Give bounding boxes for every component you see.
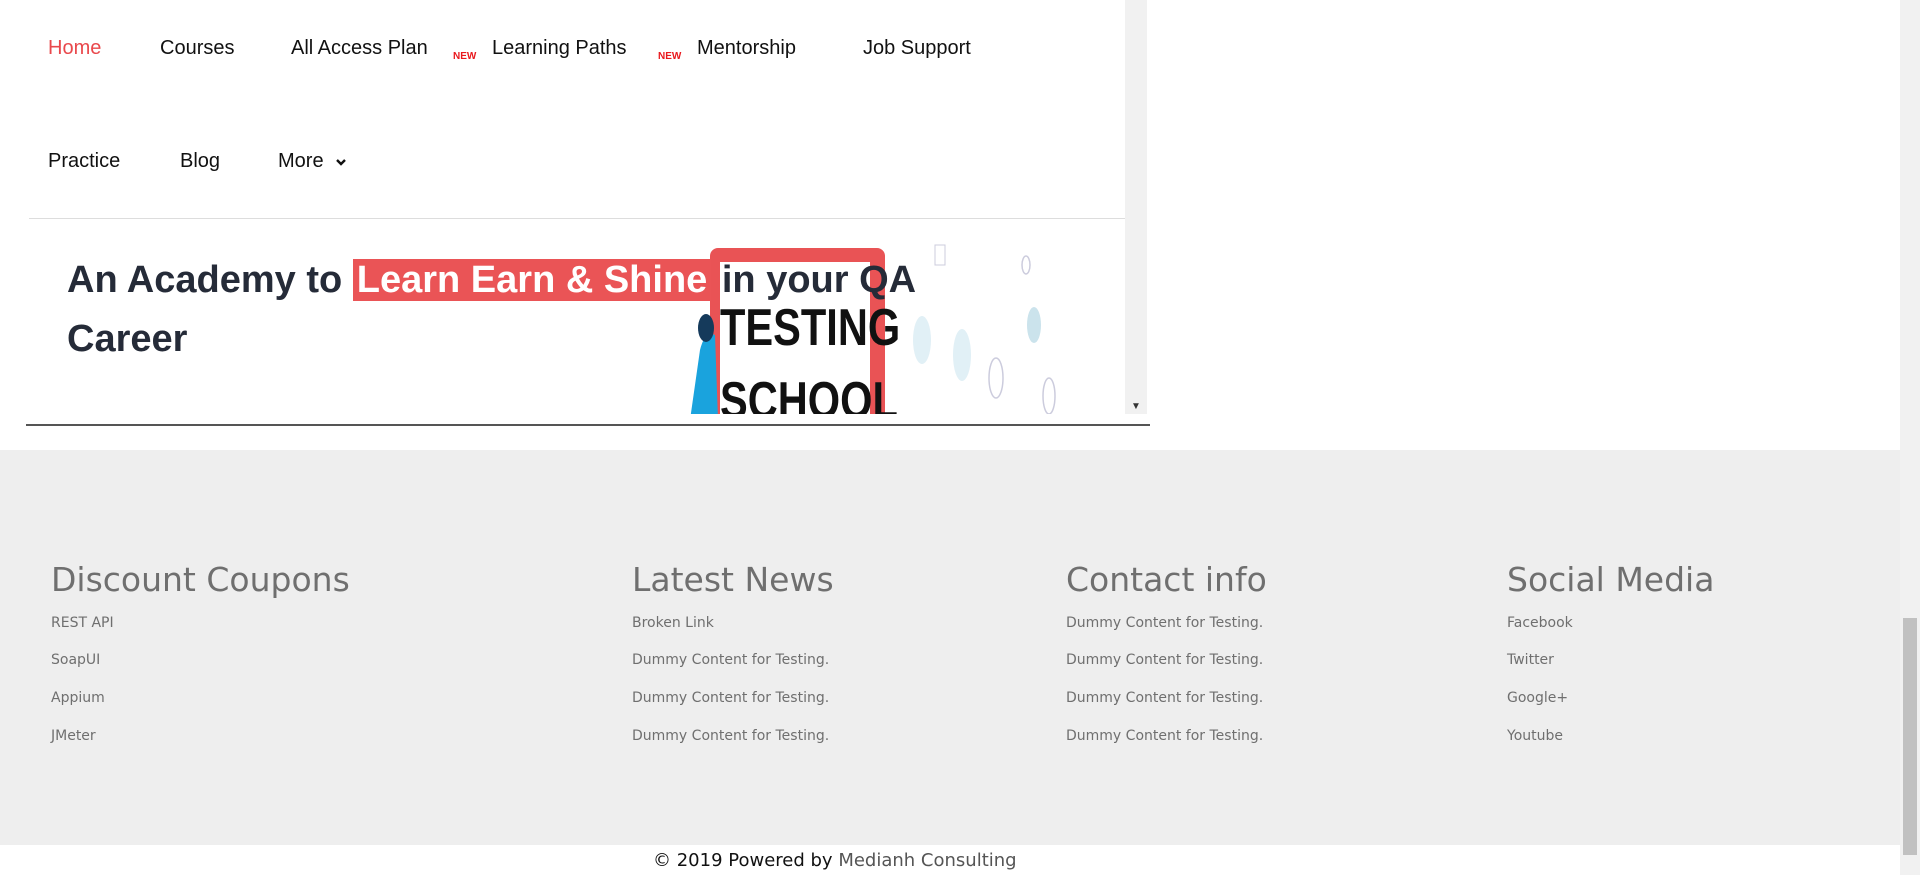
page-scrollbar-thumb[interactable] <box>1903 618 1917 855</box>
footer-heading: Latest News <box>632 560 834 599</box>
footer-link[interactable]: Dummy Content for Testing. <box>1066 728 1263 744</box>
footer-link[interactable]: JMeter <box>51 728 96 744</box>
scroll-down-arrow-icon[interactable]: ▼ <box>1131 401 1141 412</box>
page-scrollbar[interactable] <box>1900 0 1920 875</box>
footer-heading: Social Media <box>1507 560 1715 599</box>
footer-link-youtube[interactable]: Youtube <box>1507 728 1563 744</box>
footer-link[interactable]: Dummy Content for Testing. <box>632 690 829 706</box>
nav-more[interactable]: More <box>278 149 347 173</box>
chevron-down-icon <box>336 159 346 166</box>
hero-heading-line1: An Academy to Learn Earn & Shine in your… <box>67 257 916 303</box>
footer: Discount Coupons Latest News Contact inf… <box>0 450 1900 845</box>
hero-heading-line2: Career <box>67 318 188 360</box>
nav-learning-paths[interactable]: Learning Paths <box>492 36 627 60</box>
nav-more-label: More <box>278 150 324 172</box>
nav-courses[interactable]: Courses <box>160 36 234 60</box>
footer-link-facebook[interactable]: Facebook <box>1507 615 1573 631</box>
copyright-text: © 2019 Powered by <box>653 850 839 871</box>
frame-bottom-border <box>26 424 1150 426</box>
nav-divider <box>29 218 1125 219</box>
footer-link[interactable]: REST API <box>51 615 114 631</box>
footer-link[interactable]: Appium <box>51 690 105 706</box>
nav-home[interactable]: Home <box>48 36 101 60</box>
footer-link-twitter[interactable]: Twitter <box>1507 652 1554 668</box>
footer-link[interactable]: Broken Link <box>632 615 714 631</box>
nav-all-access-plan[interactable]: All Access Plan <box>291 36 428 60</box>
embedded-frame: Home Courses All Access Plan NEW Learnin… <box>0 0 1147 414</box>
hero-text: in your QA <box>711 259 917 301</box>
hero-highlight: Learn Earn & Shine <box>352 259 712 301</box>
copyright-link[interactable]: Medianh Consulting <box>838 850 1016 871</box>
footer-link[interactable]: Dummy Content for Testing. <box>632 728 829 744</box>
nav-job-support[interactable]: Job Support <box>863 36 971 60</box>
footer-link[interactable]: Dummy Content for Testing. <box>1066 615 1263 631</box>
new-badge: NEW <box>658 51 682 62</box>
footer-heading: Contact info <box>1066 560 1267 599</box>
footer-link-google-plus[interactable]: Google+ <box>1507 690 1568 706</box>
hero-text: An Academy to <box>67 259 343 301</box>
footer-link[interactable]: SoapUI <box>51 652 100 668</box>
nav-practice[interactable]: Practice <box>48 149 120 173</box>
new-badge: NEW <box>453 51 477 62</box>
footer-link[interactable]: Dummy Content for Testing. <box>1066 690 1263 706</box>
image-text: TESTING <box>720 298 900 357</box>
copyright: © 2019 Powered by Medianh Consulting <box>653 850 1017 872</box>
image-text: SCHOOL <box>720 371 898 414</box>
nav-blog[interactable]: Blog <box>180 149 220 173</box>
nav-mentorship[interactable]: Mentorship <box>697 36 796 60</box>
footer-link[interactable]: Dummy Content for Testing. <box>632 652 829 668</box>
footer-heading: Discount Coupons <box>51 560 350 599</box>
footer-link[interactable]: Dummy Content for Testing. <box>1066 652 1263 668</box>
frame-scrollbar[interactable]: ▼ <box>1125 0 1147 414</box>
